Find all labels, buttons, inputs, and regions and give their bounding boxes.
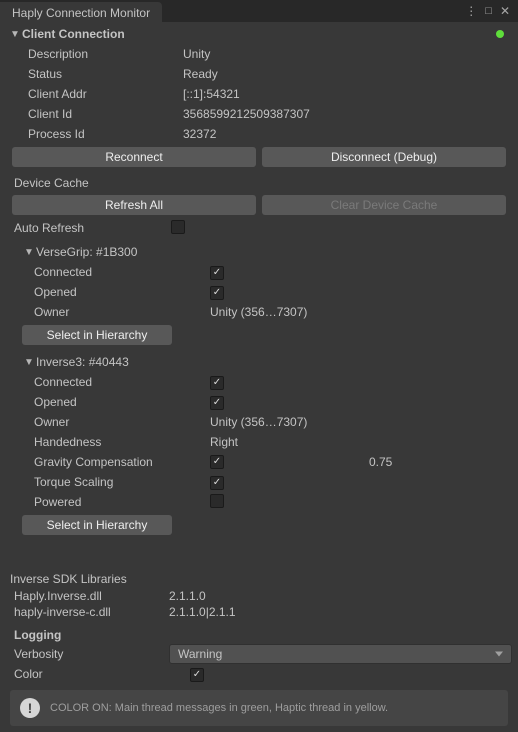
refresh-all-button[interactable]: Refresh All [12,195,256,215]
description-label: Description [28,47,183,61]
i3-handedness-value: Right [189,435,512,449]
inverse-sdk-libraries-header: Inverse SDK Libraries [6,566,512,588]
kebab-menu-icon[interactable]: ⋮ [465,4,477,18]
i3-powered-checkbox[interactable] [210,494,224,508]
description-value: Unity [183,47,512,61]
lib1-name: Haply.Inverse.dll [14,589,169,603]
vg-connected-checkbox[interactable] [210,266,224,280]
logging-header: Logging [6,620,512,644]
clear-device-cache-button[interactable]: Clear Device Cache [262,195,506,215]
color-label: Color [14,667,169,681]
verbosity-dropdown[interactable]: Warning [169,644,512,664]
versegrip-header[interactable]: ▼ VerseGrip: #1B300 [6,242,512,262]
client-connection-title: Client Connection [22,27,125,41]
i3-handedness-label: Handedness [34,435,189,449]
process-id-label: Process Id [28,127,183,141]
vg-owner-value: Unity (356…7307) [189,305,512,319]
connection-status-dot [496,30,504,38]
i3-select-in-hierarchy-button[interactable]: Select in Hierarchy [22,515,172,535]
process-id-value: 32372 [183,127,512,141]
i3-powered-label: Powered [34,495,189,509]
client-addr-label: Client Addr [28,87,183,101]
i3-torque-scaling-label: Torque Scaling [34,475,189,489]
auto-refresh-checkbox[interactable] [171,220,185,234]
disconnect-button[interactable]: Disconnect (Debug) [262,147,506,167]
i3-owner-label: Owner [34,415,189,429]
vg-owner-label: Owner [34,305,189,319]
i3-gravity-comp-checkbox[interactable] [210,455,224,469]
i3-connected-checkbox[interactable] [210,376,224,390]
i3-gravity-comp-value: 0.75 [369,455,512,469]
vg-select-in-hierarchy-button[interactable]: Select in Hierarchy [22,325,172,345]
verbosity-value: Warning [178,647,222,661]
i3-opened-label: Opened [34,395,189,409]
i3-gravity-comp-label: Gravity Compensation [34,455,189,469]
inverse3-title: Inverse3: #40443 [36,355,129,369]
lib2-version: 2.1.1.0|2.1.1 [169,605,236,619]
client-id-label: Client Id [28,107,183,121]
foldout-icon: ▼ [24,247,34,258]
device-cache-header: Device Cache [6,170,512,192]
i3-torque-scaling-checkbox[interactable] [210,476,224,490]
window-tab[interactable]: Haply Connection Monitor [0,2,162,22]
window-title: Haply Connection Monitor [12,6,150,20]
color-checkbox[interactable] [190,668,204,682]
color-hint-box: ! COLOR ON: Main thread messages in gree… [10,690,508,726]
client-addr-value: [::1]:54321 [183,87,512,101]
client-connection-header[interactable]: ▼ Client Connection [6,24,512,44]
close-icon[interactable]: ✕ [500,4,510,18]
foldout-icon: ▼ [24,357,34,368]
info-icon: ! [20,698,40,718]
status-value: Ready [183,67,512,81]
vg-opened-checkbox[interactable] [210,286,224,300]
tab-bar: Haply Connection Monitor ⋮ □ ✕ [0,0,518,22]
lib1-version: 2.1.1.0 [169,589,206,603]
foldout-icon: ▼ [10,29,20,40]
verbosity-label: Verbosity [14,647,169,661]
color-hint-text: COLOR ON: Main thread messages in green,… [50,702,388,714]
inverse3-header[interactable]: ▼ Inverse3: #40443 [6,352,512,372]
client-id-value: 3568599212509387307 [183,107,512,121]
i3-opened-checkbox[interactable] [210,396,224,410]
maximize-icon[interactable]: □ [485,5,492,17]
i3-owner-value: Unity (356…7307) [189,415,512,429]
vg-connected-label: Connected [34,265,189,279]
auto-refresh-label: Auto Refresh [14,221,169,235]
status-label: Status [28,67,183,81]
vg-opened-label: Opened [34,285,189,299]
i3-connected-label: Connected [34,375,189,389]
versegrip-title: VerseGrip: #1B300 [36,245,137,259]
lib2-name: haply-inverse-c.dll [14,605,169,619]
reconnect-button[interactable]: Reconnect [12,147,256,167]
